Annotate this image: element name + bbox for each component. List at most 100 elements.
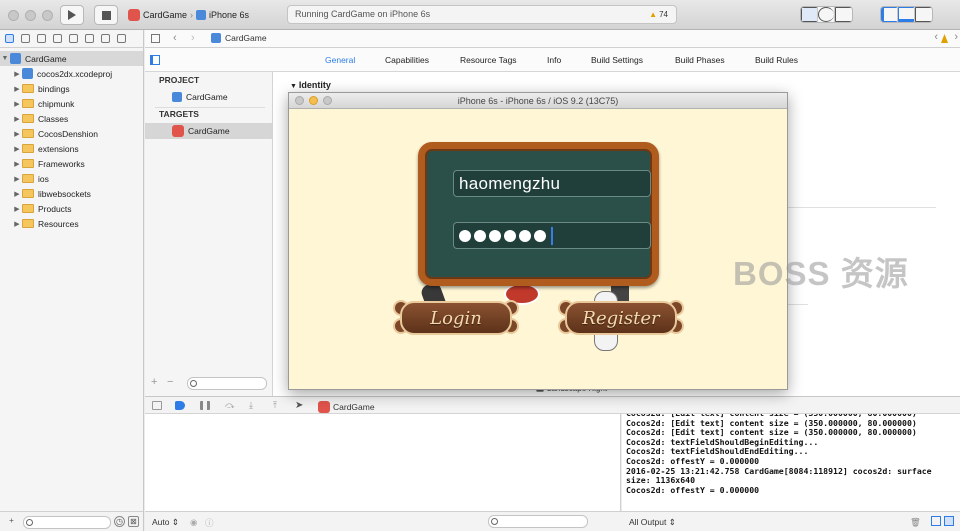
- step-over-icon[interactable]: ⤼: [225, 401, 235, 410]
- username-field[interactable]: haomengzhu: [453, 170, 651, 197]
- console-output-select[interactable]: All Output ⇕: [629, 517, 676, 528]
- tab-build-phases[interactable]: Build Phases: [675, 55, 725, 65]
- disclosure-closed-icon[interactable]: ▶: [12, 115, 22, 123]
- variables-scope-select[interactable]: Auto ⇕: [152, 517, 179, 528]
- pause-icon[interactable]: [200, 401, 210, 410]
- breadcrumb-file: CardGame: [225, 33, 267, 43]
- disclosure-closed-icon[interactable]: ▶: [12, 205, 22, 213]
- project-list-item[interactable]: CardGame: [145, 89, 272, 105]
- search-icon[interactable]: [37, 34, 46, 43]
- info-icon[interactable]: ⓘ: [205, 517, 214, 529]
- tree-row[interactable]: ▶ cocos2dx.xcodeproj: [0, 66, 143, 81]
- remove-icon[interactable]: −: [167, 376, 173, 388]
- console-output[interactable]: Cocos2d: [Edit text] content size = (350…: [622, 414, 960, 511]
- disclosure-closed-icon[interactable]: ▶: [12, 190, 22, 198]
- tree-row[interactable]: ▶ ios: [0, 171, 143, 186]
- disclosure-closed-icon[interactable]: ▶: [12, 100, 22, 108]
- recent-files-icon[interactable]: ◷: [114, 516, 125, 527]
- scheme-selector[interactable]: CardGame › iPhone 6s: [128, 6, 249, 24]
- version-editor-button[interactable]: [835, 7, 852, 22]
- register-button[interactable]: Register: [555, 299, 687, 337]
- minimize-window-button[interactable]: [309, 96, 318, 105]
- toggle-debug-area-button[interactable]: [898, 7, 915, 22]
- add-icon[interactable]: +: [6, 516, 17, 527]
- folder-icon[interactable]: [5, 34, 14, 43]
- tree-row[interactable]: ▶ Products: [0, 201, 143, 216]
- close-window-button[interactable]: [8, 10, 19, 21]
- disclosure-closed-icon[interactable]: ▶: [12, 160, 22, 168]
- stop-icon: [101, 10, 111, 20]
- debug-icon[interactable]: [85, 34, 94, 43]
- hide-debug-icon[interactable]: [152, 401, 162, 410]
- tree-row-project[interactable]: ▼ CardGame: [0, 51, 143, 66]
- filter-scm-icon[interactable]: ⊠: [128, 516, 139, 527]
- test-icon[interactable]: [69, 34, 78, 43]
- tree-row[interactable]: ▶ Classes: [0, 111, 143, 126]
- standard-editor-button[interactable]: [801, 7, 818, 22]
- warning-nav-icon[interactable]: [53, 34, 62, 43]
- right-console-icon[interactable]: [944, 516, 954, 526]
- left-console-icon[interactable]: [931, 516, 941, 526]
- tree-row[interactable]: ▶ bindings: [0, 81, 143, 96]
- breadcrumb[interactable]: CardGame: [211, 33, 267, 43]
- step-out-icon[interactable]: ⤒: [273, 401, 283, 410]
- tab-info[interactable]: Info: [547, 55, 561, 65]
- disclosure-closed-icon[interactable]: ▶: [12, 175, 22, 183]
- breakpoints-toggle-icon[interactable]: [175, 401, 185, 410]
- related-items-icon[interactable]: [151, 34, 160, 43]
- targets-filter-input[interactable]: [187, 377, 267, 390]
- identity-section-header[interactable]: ▼ Identity: [290, 80, 331, 90]
- eye-icon[interactable]: ◉: [190, 517, 197, 528]
- tree-row[interactable]: ▶ chipmunk: [0, 96, 143, 111]
- disclosure-open-icon[interactable]: ▼: [0, 55, 10, 62]
- target-list-item[interactable]: CardGame: [145, 123, 272, 139]
- location-icon[interactable]: ➤: [295, 401, 305, 411]
- disclosure-closed-icon[interactable]: ▶: [12, 220, 22, 228]
- tab-build-settings[interactable]: Build Settings: [591, 55, 643, 65]
- tree-row[interactable]: ▶ extensions: [0, 141, 143, 156]
- stop-button[interactable]: [94, 5, 118, 25]
- folder-icon: [22, 114, 34, 123]
- disclosure-closed-icon[interactable]: ▶: [12, 145, 22, 153]
- breakpoint-icon[interactable]: [101, 34, 110, 43]
- report-icon[interactable]: [117, 34, 126, 43]
- disclosure-closed-icon[interactable]: ▶: [12, 85, 22, 93]
- trash-icon[interactable]: 🗑: [910, 517, 921, 528]
- tree-row[interactable]: ▶ libwebsockets: [0, 186, 143, 201]
- issue-next-icon[interactable]: ›: [954, 31, 958, 43]
- toggle-navigator-button[interactable]: [881, 7, 898, 22]
- disclosure-closed-icon[interactable]: ▶: [12, 130, 22, 138]
- tab-capabilities[interactable]: Capabilities: [385, 55, 429, 65]
- close-window-button[interactable]: [295, 96, 304, 105]
- issue-prev-icon[interactable]: ‹: [934, 31, 938, 43]
- symbol-icon[interactable]: [21, 34, 30, 43]
- tree-row[interactable]: ▶ CocosDenshion: [0, 126, 143, 141]
- tab-build-rules[interactable]: Build Rules: [755, 55, 798, 65]
- run-button[interactable]: [60, 5, 84, 25]
- tab-resource-tags[interactable]: Resource Tags: [460, 55, 517, 65]
- password-field[interactable]: [453, 222, 651, 249]
- navigator-filter-input[interactable]: [23, 516, 111, 529]
- toggle-utilities-button[interactable]: [915, 7, 932, 22]
- zoom-window-button[interactable]: [323, 96, 332, 105]
- back-arrow-icon[interactable]: ‹: [173, 32, 177, 44]
- tab-general[interactable]: General: [325, 55, 355, 65]
- tree-row[interactable]: ▶ Frameworks: [0, 156, 143, 171]
- variables-view[interactable]: [145, 414, 621, 511]
- targets-bottom-bar: + −: [145, 376, 272, 392]
- warning-count: 74: [659, 10, 668, 19]
- assistant-editor-button[interactable]: [818, 7, 835, 22]
- add-icon[interactable]: +: [151, 376, 157, 388]
- step-into-icon[interactable]: ⤓: [249, 401, 259, 410]
- forward-arrow-icon[interactable]: ›: [191, 32, 195, 44]
- issue-warning-icon[interactable]: [941, 34, 948, 43]
- warning-indicator[interactable]: ▲ 74: [649, 6, 668, 23]
- variables-filter-input[interactable]: [488, 515, 588, 528]
- minimize-window-button[interactable]: [25, 10, 36, 21]
- tree-row[interactable]: ▶ Resources: [0, 216, 143, 231]
- login-button[interactable]: Login: [390, 299, 522, 337]
- zoom-window-button[interactable]: [42, 10, 53, 21]
- disclosure-closed-icon[interactable]: ▶: [12, 70, 22, 78]
- password-dot: [534, 229, 546, 242]
- show-project-list-icon[interactable]: [150, 55, 160, 65]
